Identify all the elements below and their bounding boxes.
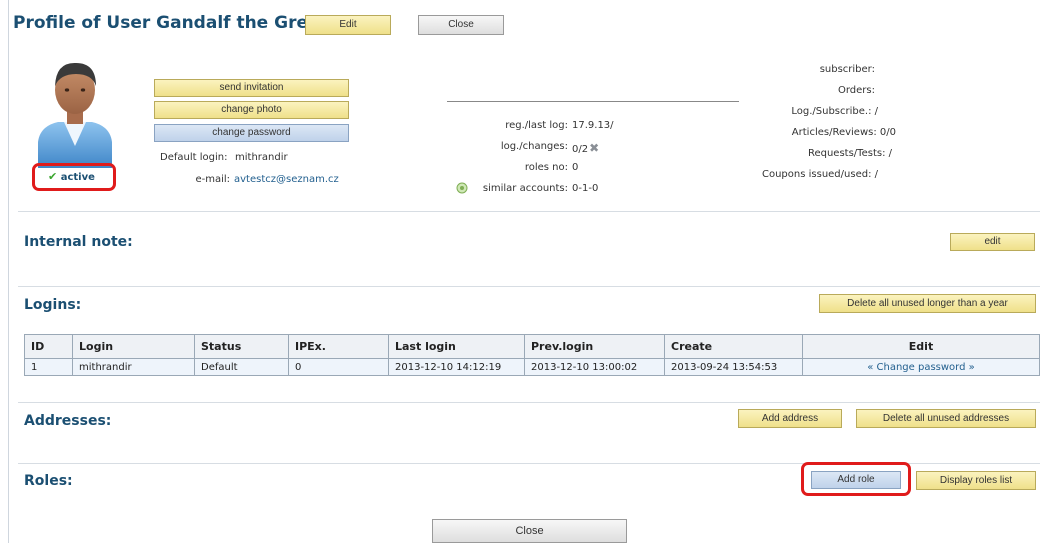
log-changes-label: log./changes: [500, 141, 568, 152]
roles-title: Roles: [24, 473, 73, 489]
column-header-status: Status [194, 334, 289, 359]
addresses-separator [18, 402, 1040, 403]
logins-table: ID Login Status IPEx. Last login Prev.lo… [24, 334, 1040, 376]
delete-unused-addresses-button[interactable]: Delete all unused addresses [856, 409, 1036, 428]
articles-reviews-label: Articles/Reviews: 0/0 [791, 127, 896, 138]
checkmark-icon: ✔ [48, 170, 58, 183]
coupons-label: Coupons issued/used: / [761, 169, 878, 180]
cell-id: 1 [24, 358, 73, 376]
internal-note-title: Internal note: [24, 234, 133, 250]
logins-header-row: ID Login Status IPEx. Last login Prev.lo… [24, 334, 1040, 359]
add-address-button[interactable]: Add address [738, 409, 842, 428]
user-avatar-icon [34, 56, 116, 168]
cell-login: mithrandir [72, 358, 195, 376]
send-invitation-button[interactable]: send invitation [154, 79, 349, 97]
page-title: Profile of User Gandalf the Grey [13, 13, 320, 33]
change-photo-button[interactable]: change photo [154, 101, 349, 119]
similar-accounts-value: 0-1-0 [572, 183, 599, 194]
display-roles-list-button[interactable]: Display roles list [916, 471, 1036, 490]
column-header-create: Create [664, 334, 803, 359]
cell-prev-login: 2013-12-10 13:00:02 [524, 358, 665, 376]
column-header-last-login: Last login [388, 334, 525, 359]
edit-note-button[interactable]: edit [950, 233, 1035, 251]
cell-create: 2013-09-24 13:54:53 [664, 358, 803, 376]
cell-ipex: 0 [288, 358, 389, 376]
table-row: 1 mithrandir Default 0 2013-12-10 14:12:… [24, 358, 1040, 376]
logins-title: Logins: [24, 297, 82, 313]
edit-profile-button[interactable]: Edit [305, 15, 391, 35]
cell-last-login: 2013-12-10 14:12:19 [388, 358, 525, 376]
status-text: active [60, 172, 95, 183]
similar-accounts-label: similar accounts: [482, 183, 568, 194]
column-header-edit: Edit [802, 334, 1040, 359]
roles-no-label: roles no: [524, 162, 568, 173]
column-header-id: ID [24, 334, 73, 359]
status-badge: ✔ active [48, 170, 95, 183]
close-header-button[interactable]: Close [418, 15, 504, 35]
internal-note-separator [18, 211, 1040, 212]
email-link[interactable]: avtestcz@seznam.cz [234, 174, 339, 185]
log-subscribe-label: Log./Subscribe.: / [791, 106, 878, 117]
reg-last-log-label: reg./last log: [505, 120, 568, 131]
column-header-ipex: IPEx. [288, 334, 389, 359]
tools-icon[interactable]: ✖ [589, 141, 599, 155]
addresses-title: Addresses: [24, 413, 112, 429]
reg-last-log-value: 17.9.13/ [572, 120, 614, 131]
column-header-prev-login: Prev.login [524, 334, 665, 359]
column-header-login: Login [72, 334, 195, 359]
subscriber-label: subscriber: [819, 64, 875, 75]
logins-separator [18, 286, 1040, 287]
close-footer-button[interactable]: Close [432, 519, 627, 543]
change-password-link[interactable]: « Change password » [802, 358, 1040, 376]
change-password-button[interactable]: change password [154, 124, 349, 142]
log-changes-number: 0/2 [572, 144, 589, 155]
add-role-button[interactable]: Add role [811, 471, 901, 489]
email-label: e-mail: [195, 174, 230, 185]
orders-label: Orders: [838, 85, 875, 96]
cell-status: Default [194, 358, 289, 376]
delete-unused-logins-button[interactable]: Delete all unused longer than a year [819, 294, 1036, 313]
requests-tests-label: Requests/Tests: / [807, 148, 892, 159]
roles-no-value: 0 [572, 162, 579, 173]
log-changes-value: 0/2✖ [572, 141, 599, 155]
default-login-value: mithrandir [235, 152, 288, 163]
default-login-label: Default login: [160, 152, 228, 163]
stats-divider [447, 101, 739, 102]
